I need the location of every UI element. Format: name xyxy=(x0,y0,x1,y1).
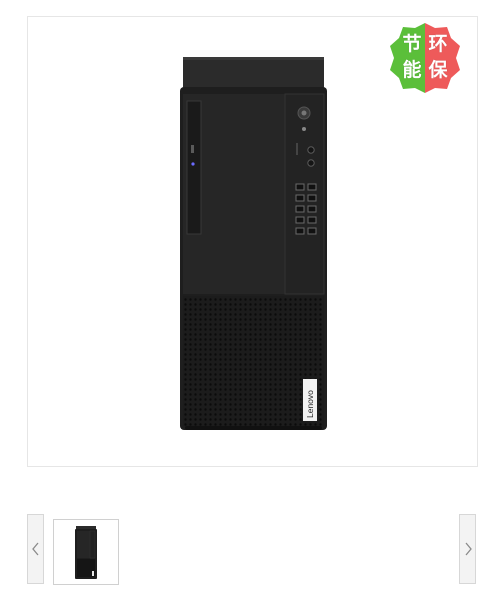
lenovo-logo: Lenovo xyxy=(305,390,315,418)
chevron-right-icon xyxy=(465,542,472,556)
badge-char-3: 能 xyxy=(402,58,422,81)
badge-char-1: 节 xyxy=(402,32,422,55)
drive-led xyxy=(191,162,195,166)
thumbnail-tower-pc[interactable] xyxy=(53,519,119,585)
gallery-prev-button[interactable] xyxy=(27,514,44,584)
front-grille xyxy=(183,296,324,426)
energy-saving-badge: 节 环 能 保 xyxy=(389,22,461,94)
tower-pc-thumbnail-image xyxy=(75,526,97,579)
chevron-left-icon xyxy=(31,542,38,556)
gallery-next-button[interactable] xyxy=(459,514,476,584)
main-product-image: Lenovo 节 环 能 保 xyxy=(27,16,478,467)
badge-char-4: 保 xyxy=(428,58,448,81)
pc-top-cap xyxy=(183,57,324,90)
optical-drive-bay xyxy=(186,100,202,235)
io-panel xyxy=(284,93,325,295)
audio-jack xyxy=(307,146,315,154)
badge-char-2: 环 xyxy=(428,32,448,55)
